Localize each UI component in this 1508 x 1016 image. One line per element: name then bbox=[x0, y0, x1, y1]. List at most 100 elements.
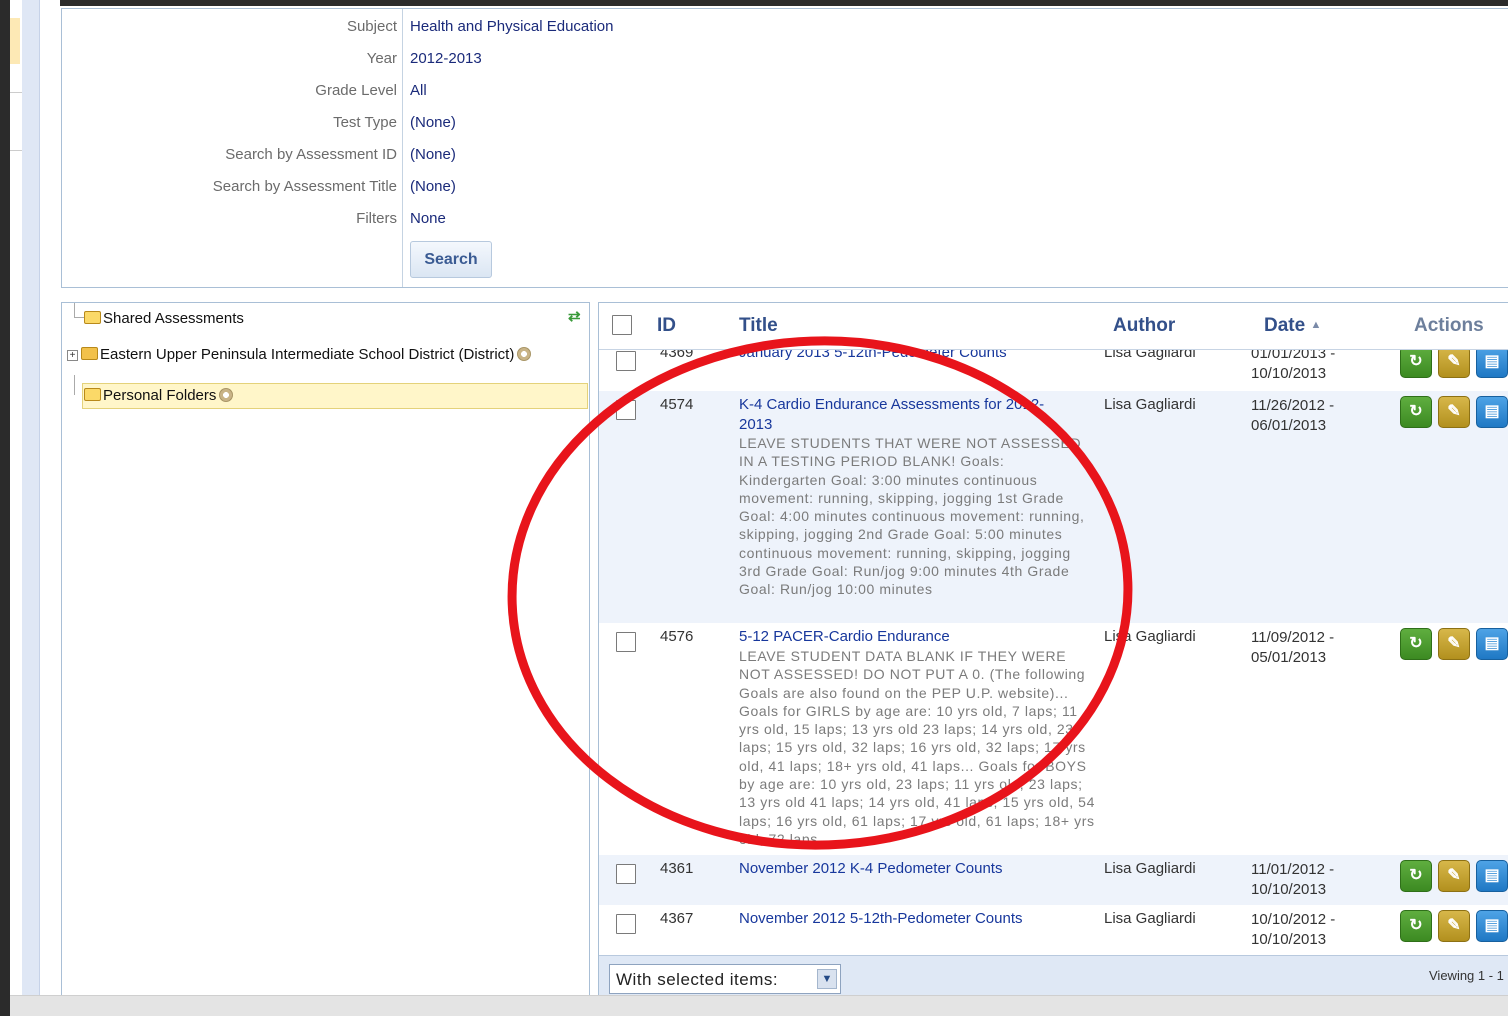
criteria-value[interactable]: None bbox=[410, 210, 446, 227]
assessment-id: 4367 bbox=[660, 910, 694, 927]
folder-open-icon bbox=[84, 311, 101, 324]
side-divider bbox=[10, 92, 22, 93]
search-criteria-panel: Subject Health and Physical Education Ye… bbox=[61, 8, 1508, 288]
criteria-row-grade-level: Grade Level All bbox=[62, 73, 1502, 105]
with-selected-dropdown[interactable]: With selected items: ▼ bbox=[609, 964, 841, 994]
assessment-date-end: 10/10/2013 bbox=[1251, 365, 1327, 382]
tree-node-label: Personal Folders bbox=[103, 387, 217, 404]
assessment-date-end: 10/10/2013 bbox=[1251, 881, 1327, 898]
assessment-date-start: 11/26/2012 - bbox=[1251, 397, 1335, 414]
copy-icon[interactable]: ▤ bbox=[1476, 860, 1508, 892]
row-checkbox[interactable] bbox=[616, 400, 636, 420]
row-checkbox[interactable] bbox=[616, 914, 636, 934]
folder-open-icon bbox=[84, 388, 101, 401]
grid-header-background bbox=[599, 303, 1508, 350]
criteria-row-test-type: Test Type (None) bbox=[62, 105, 1502, 137]
side-tab-highlight bbox=[10, 18, 20, 64]
criteria-row-assessment-id: Search by Assessment ID (None) bbox=[62, 137, 1502, 169]
row-checkbox[interactable] bbox=[616, 632, 636, 652]
row-checkbox[interactable] bbox=[616, 351, 636, 371]
copy-icon[interactable]: ▤ bbox=[1476, 396, 1508, 428]
assessment-author: Lisa Gagliardi bbox=[1104, 860, 1196, 877]
assessment-description: LEAVE STUDENT DATA BLANK IF THEY WERE NO… bbox=[739, 648, 1095, 847]
gear-icon[interactable] bbox=[219, 388, 234, 402]
table-row[interactable]: 4361 November 2012 K-4 Pedometer Counts … bbox=[599, 855, 1508, 905]
preview-icon[interactable]: ↻ bbox=[1400, 346, 1432, 378]
tree-connector bbox=[74, 303, 75, 317]
folder-tree-panel: Shared Assessments ⇄ + Eastern Upper Peni… bbox=[61, 302, 590, 1002]
criteria-value[interactable]: (None) bbox=[410, 146, 456, 163]
assessment-id: 4361 bbox=[660, 860, 694, 877]
table-row[interactable]: 4576 5-12 PACER-Cardio Endurance LEAVE S… bbox=[599, 623, 1508, 855]
assessment-date-end: 06/01/2013 bbox=[1251, 417, 1327, 434]
window-left-edge bbox=[0, 0, 10, 1016]
criteria-value[interactable]: All bbox=[410, 82, 427, 99]
edit-icon[interactable]: ✎ bbox=[1438, 346, 1470, 378]
row-checkbox[interactable] bbox=[616, 864, 636, 884]
tree-connector bbox=[74, 375, 75, 395]
search-button[interactable]: Search bbox=[410, 241, 492, 278]
criteria-label: Filters bbox=[356, 210, 397, 227]
column-header-author[interactable]: Author bbox=[1113, 315, 1175, 337]
edit-icon[interactable]: ✎ bbox=[1438, 628, 1470, 660]
side-navigation-strip bbox=[10, 0, 60, 995]
criteria-value[interactable]: (None) bbox=[410, 178, 456, 195]
copy-icon[interactable]: ▤ bbox=[1476, 346, 1508, 378]
edit-icon[interactable]: ✎ bbox=[1438, 396, 1470, 428]
assessment-author: Lisa Gagliardi bbox=[1104, 910, 1196, 927]
preview-icon[interactable]: ↻ bbox=[1400, 628, 1432, 660]
gear-icon[interactable] bbox=[517, 347, 532, 361]
column-header-date-label: Date bbox=[1264, 315, 1306, 336]
tree-node-shared-assessments[interactable]: Shared Assessments bbox=[84, 310, 244, 327]
status-bar bbox=[10, 995, 1508, 1016]
assessment-id: 4574 bbox=[660, 396, 694, 413]
refresh-icon[interactable]: ⇄ bbox=[568, 309, 584, 325]
sort-asc-icon: ▲ bbox=[1310, 319, 1322, 331]
assessment-title-link[interactable]: 5-12 PACER-Cardio Endurance bbox=[739, 628, 950, 645]
edit-icon[interactable]: ✎ bbox=[1438, 910, 1470, 942]
preview-icon[interactable]: ↻ bbox=[1400, 396, 1432, 428]
assessment-date-start: 11/09/2012 - bbox=[1251, 629, 1335, 646]
table-row[interactable]: 4367 November 2012 5-12th-Pedometer Coun… bbox=[599, 905, 1508, 955]
select-all-checkbox[interactable] bbox=[612, 315, 632, 335]
assessment-author: Lisa Gagliardi bbox=[1104, 628, 1196, 645]
criteria-label: Search by Assessment Title bbox=[212, 178, 397, 195]
criteria-row-subject: Subject Health and Physical Education bbox=[62, 9, 1502, 41]
assessment-title-link[interactable]: November 2012 K-4 Pedometer Counts bbox=[739, 860, 1002, 877]
preview-icon[interactable]: ↻ bbox=[1400, 910, 1432, 942]
folder-icon bbox=[81, 347, 98, 360]
assessment-title-link[interactable]: 2013 bbox=[739, 416, 772, 433]
assessment-date-end: 10/10/2013 bbox=[1251, 931, 1327, 948]
tree-node-district[interactable]: + Eastern Upper Peninsula Intermediate Sc… bbox=[67, 346, 532, 363]
column-header-date[interactable]: Date ▲ bbox=[1264, 315, 1321, 337]
table-row[interactable]: 4574 K-4 Cardio Endurance Assessments fo… bbox=[599, 391, 1508, 623]
tree-node-label: Eastern Upper Peninsula Intermediate Sch… bbox=[100, 346, 515, 363]
column-header-title[interactable]: Title bbox=[739, 315, 778, 337]
criteria-row-assessment-title: Search by Assessment Title (None) bbox=[62, 169, 1502, 201]
criteria-label: Grade Level bbox=[315, 82, 397, 99]
window-top-edge bbox=[0, 0, 1508, 6]
assessment-title-link[interactable]: K-4 Cardio Endurance Assessments for 201… bbox=[739, 396, 1044, 413]
copy-icon[interactable]: ▤ bbox=[1476, 910, 1508, 942]
preview-icon[interactable]: ↻ bbox=[1400, 860, 1432, 892]
criteria-value[interactable]: (None) bbox=[410, 114, 456, 131]
chevron-down-icon[interactable]: ▼ bbox=[817, 969, 837, 989]
criteria-value[interactable]: Health and Physical Education bbox=[410, 18, 613, 35]
side-divider bbox=[10, 150, 22, 151]
with-selected-value: With selected items: bbox=[616, 970, 779, 989]
tree-node-personal-folders[interactable]: Personal Folders bbox=[84, 387, 234, 404]
side-scroll-bar[interactable] bbox=[22, 0, 40, 995]
copy-icon[interactable]: ▤ bbox=[1476, 628, 1508, 660]
column-header-id[interactable]: ID bbox=[657, 315, 676, 337]
expand-icon[interactable]: + bbox=[67, 350, 78, 361]
column-header-actions: Actions bbox=[1414, 315, 1484, 336]
assessment-title-link[interactable]: November 2012 5-12th-Pedometer Counts bbox=[739, 910, 1023, 927]
pagination-status: Viewing 1 - 1 bbox=[1429, 968, 1504, 983]
criteria-label: Year bbox=[366, 50, 397, 67]
criteria-value[interactable]: 2012-2013 bbox=[410, 50, 482, 67]
tree-node-label: Shared Assessments bbox=[103, 310, 244, 327]
assessment-date-end: 05/01/2013 bbox=[1251, 649, 1327, 666]
assessment-grid: ID Title Author Date ▲ Actions 4369 Janu… bbox=[598, 302, 1508, 1002]
criteria-row-filters: Filters None bbox=[62, 201, 1502, 233]
edit-icon[interactable]: ✎ bbox=[1438, 860, 1470, 892]
